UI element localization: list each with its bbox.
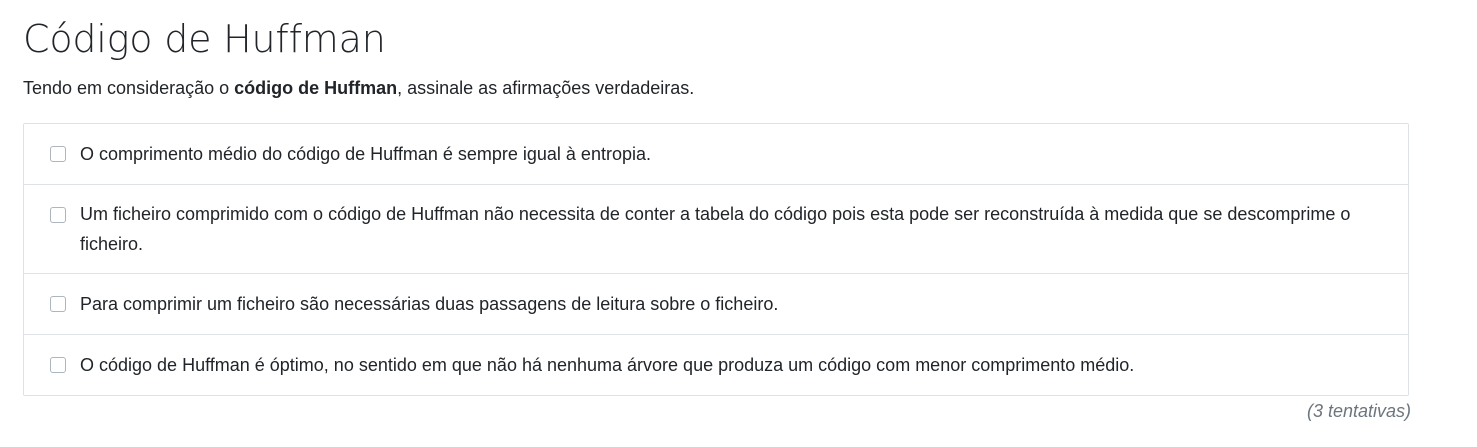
answer-option-label: Um ficheiro comprimido com o código de H… bbox=[80, 204, 1351, 254]
answer-option-3[interactable]: Para comprimir um ficheiro são necessári… bbox=[24, 273, 1408, 334]
checkbox-icon[interactable] bbox=[50, 296, 66, 312]
intro-text-after: , assinale as afirmações verdadeiras. bbox=[397, 78, 695, 98]
answer-option-label: O código de Huffman é óptimo, no sentido… bbox=[80, 355, 1135, 375]
attempts-counter: (3 tentativas) bbox=[1306, 401, 1411, 421]
question-intro: Tendo em consideração o código de Huffma… bbox=[23, 76, 694, 100]
answer-option-label: Para comprimir um ficheiro são necessári… bbox=[80, 294, 779, 314]
question-title: Código de Huffman bbox=[23, 17, 386, 61]
intro-text-bold: código de Huffman bbox=[234, 78, 398, 98]
answer-option-4[interactable]: O código de Huffman é óptimo, no sentido… bbox=[24, 334, 1408, 395]
answer-options-list: O comprimento médio do código de Huffman… bbox=[23, 123, 1409, 396]
checkbox-icon[interactable] bbox=[50, 146, 66, 162]
answer-option-1[interactable]: O comprimento médio do código de Huffman… bbox=[24, 124, 1408, 184]
checkbox-icon[interactable] bbox=[50, 357, 66, 373]
answer-option-label: O comprimento médio do código de Huffman… bbox=[80, 144, 651, 164]
answer-option-2[interactable]: Um ficheiro comprimido com o código de H… bbox=[24, 184, 1408, 273]
question-page: Código de Huffman Tendo em consideração … bbox=[0, 0, 1477, 447]
checkbox-icon[interactable] bbox=[50, 207, 66, 223]
intro-text-before: Tendo em consideração o bbox=[23, 78, 235, 98]
